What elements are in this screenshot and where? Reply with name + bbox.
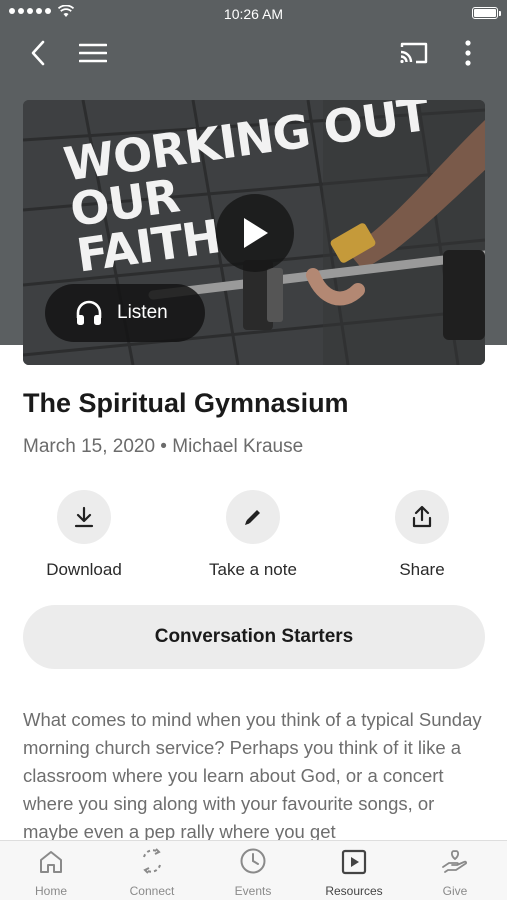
vertical-dots-icon[interactable] — [451, 36, 485, 70]
download-label: Download — [46, 560, 122, 579]
share-icon — [395, 490, 449, 544]
action-row: Download Take a note Share — [0, 490, 507, 590]
bottom-tab-bar: Home Connect Events Resources Give — [0, 840, 507, 900]
sermon-description: What comes to mind when you think of a t… — [23, 709, 482, 842]
take-note-label: Take a note — [209, 560, 297, 579]
take-note-button[interactable]: Take a note — [183, 490, 323, 580]
give-hand-icon — [405, 841, 505, 875]
play-icon — [244, 218, 268, 248]
clock-icon — [203, 841, 303, 875]
tab-resources-label: Resources — [325, 884, 383, 898]
tab-connect-label: Connect — [129, 884, 175, 898]
home-icon — [1, 841, 101, 875]
battery-icon — [472, 7, 501, 19]
tab-events[interactable]: Events — [203, 841, 303, 900]
tab-resources[interactable]: Resources — [304, 841, 404, 900]
pencil-icon — [226, 490, 280, 544]
download-icon — [57, 490, 111, 544]
tab-home-label: Home — [34, 884, 67, 898]
listen-label: Listen — [117, 302, 168, 323]
listen-button[interactable]: Listen — [45, 284, 205, 342]
sermon-video-thumbnail[interactable]: WORKING OUT OUR FAITH Listen — [23, 100, 485, 365]
status-bar: 10:26 AM — [0, 0, 507, 28]
chevron-left-icon[interactable] — [21, 36, 55, 70]
download-button[interactable]: Download — [14, 490, 154, 580]
tab-events-label: Events — [234, 884, 272, 898]
share-button[interactable]: Share — [352, 490, 492, 580]
top-nav — [0, 30, 507, 76]
tab-home[interactable]: Home — [1, 841, 101, 900]
cast-icon[interactable] — [397, 36, 431, 70]
headphones-icon — [76, 300, 102, 325]
conversation-starters-button[interactable]: Conversation Starters — [23, 605, 485, 669]
play-square-icon — [304, 841, 404, 875]
tab-give[interactable]: Give — [405, 841, 505, 900]
connect-icon — [102, 841, 202, 875]
status-time: 10:26 AM — [223, 6, 284, 22]
tab-give-label: Give — [442, 884, 468, 898]
hamburger-icon[interactable] — [76, 36, 110, 70]
tab-connect[interactable]: Connect — [102, 841, 202, 900]
share-label: Share — [399, 560, 445, 579]
play-button[interactable] — [216, 194, 294, 272]
sermon-meta: March 15, 2020 • Michael Krause — [23, 436, 304, 457]
sermon-title: The Spiritual Gymnasium — [23, 388, 349, 418]
